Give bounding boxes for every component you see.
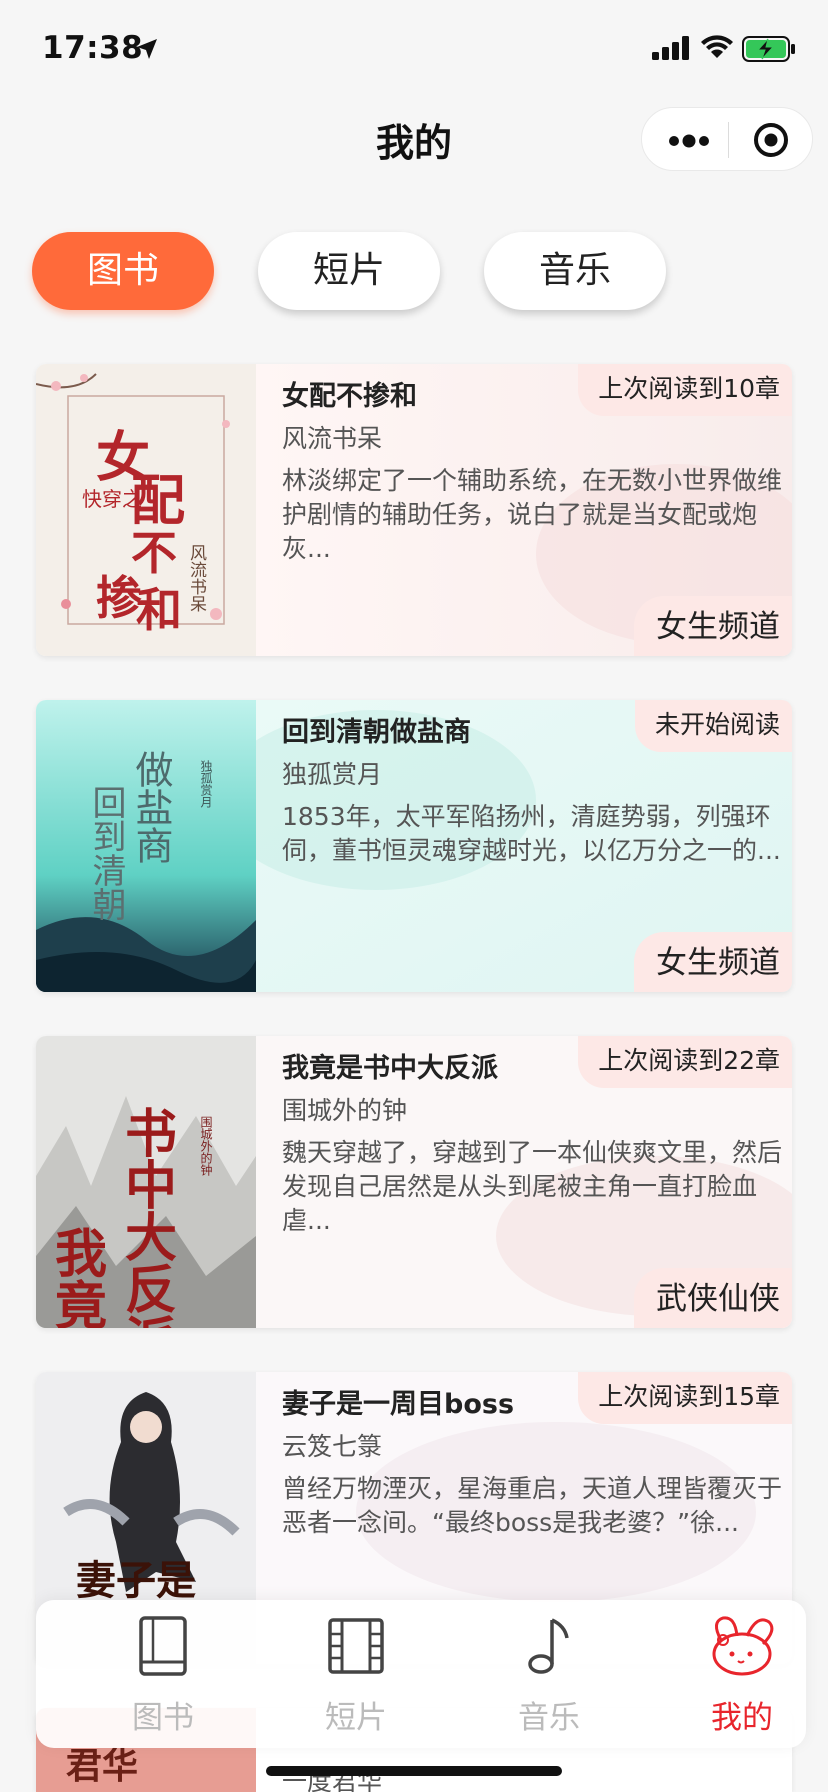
close-target-icon[interactable] — [752, 121, 790, 163]
reading-progress-badge: 未开始阅读 — [634, 700, 792, 752]
channel-badge: 女生频道 — [634, 932, 792, 992]
music-note-icon — [519, 1614, 579, 1678]
location-arrow-icon — [134, 36, 160, 66]
book-description: 1853年，太平军陷扬州，清庭势弱，列强环伺，董书恒灵魂穿越时光，以亿万分之一的… — [282, 802, 781, 865]
home-indicator[interactable] — [266, 1766, 562, 1776]
channel-badge: 女生频道 — [634, 596, 792, 656]
tab-label: 我的 — [711, 1700, 773, 1736]
rabbit-mascot-icon — [712, 1614, 774, 1678]
book-author: 围城外的钟 — [282, 1096, 408, 1125]
tab-label: 短片 — [325, 1700, 387, 1736]
tab-label: 音乐 — [518, 1700, 580, 1736]
category-tab-books[interactable]: 图书 — [32, 232, 214, 310]
svg-text:做盐商: 做盐商 — [129, 750, 173, 864]
cellular-signal-icon — [652, 36, 692, 64]
film-icon — [326, 1614, 386, 1678]
mini-program-capsule — [641, 107, 813, 171]
more-icon[interactable] — [668, 133, 710, 152]
tab-books[interactable]: 图书 — [83, 1600, 243, 1748]
book-title: 回到清朝做盐商 — [282, 717, 471, 748]
battery-charging-icon — [742, 36, 796, 66]
svg-text:风流书呆: 风流书呆 — [186, 544, 207, 612]
tab-label: 图书 — [132, 1700, 194, 1736]
book-title: 女配不掺和 — [282, 381, 417, 412]
tab-short-films[interactable]: 短片 — [276, 1600, 436, 1748]
svg-text:独孤赏月: 独孤赏月 — [199, 760, 213, 809]
svg-text:围城外的钟: 围城外的钟 — [199, 1116, 213, 1177]
book-author: 独孤赏月 — [282, 760, 383, 789]
status-time: 17:38 — [42, 30, 144, 66]
book-card[interactable]: 女 快穿之 配 不 掺 和 风流书呆 女配不掺和 风流书呆 林淡绑定了一个辅助系… — [36, 364, 792, 656]
book-title: 妻子是一周目boss — [282, 1389, 515, 1420]
book-description: 林淡绑定了一个辅助系统，在无数小世界做维护剧情的辅助任务，说白了就是当女配或炮灰… — [282, 466, 782, 563]
svg-text:君华: 君华 — [66, 1745, 138, 1787]
tab-mine[interactable]: 我的 — [662, 1600, 822, 1748]
wifi-icon — [700, 34, 734, 64]
book-author: 风流书呆 — [282, 424, 383, 453]
category-tab-music[interactable]: 音乐 — [484, 232, 666, 310]
book-cover: 女 快穿之 配 不 掺 和 风流书呆 — [36, 364, 256, 656]
svg-text:妻子是: 妻子是 — [76, 1557, 196, 1604]
reading-progress-badge: 上次阅读到22章 — [578, 1036, 792, 1088]
book-author: 云笈七箓 — [282, 1432, 383, 1461]
capsule-divider — [728, 122, 729, 158]
book-cover: 我竟是 书中大反派 围城外的钟 — [36, 1036, 256, 1328]
book-card[interactable]: 回到清朝 做盐商 独孤赏月 回到清朝做盐商 独孤赏月 1853年，太平军陷扬州，… — [36, 700, 792, 992]
category-tab-short-films[interactable]: 短片 — [258, 232, 440, 310]
svg-text:配: 配 — [131, 468, 185, 532]
svg-text:我竟是: 我竟是 — [46, 1226, 107, 1328]
book-description: 曾经万物湮灭，星海重启，天道人理皆覆灭于恶者一念间。“最终boss是我老婆？”徐… — [282, 1474, 782, 1537]
book-card[interactable]: 我竟是 书中大反派 围城外的钟 我竟是书中大反派 围城外的钟 魏天穿越了，穿越到… — [36, 1036, 792, 1328]
tab-music[interactable]: 音乐 — [469, 1600, 629, 1748]
book-title: 我竟是书中大反派 — [282, 1053, 498, 1084]
bottom-tab-bar: 图书 短片 音乐 我的 — [36, 1600, 806, 1748]
svg-text:和: 和 — [136, 583, 182, 637]
svg-text:回到清朝: 回到清朝 — [86, 785, 126, 921]
svg-text:书中大反派: 书中大反派 — [116, 1106, 177, 1328]
reading-progress-badge: 上次阅读到10章 — [578, 364, 792, 416]
status-bar: 17:38 — [0, 0, 828, 100]
reading-progress-badge: 上次阅读到15章 — [578, 1372, 792, 1424]
book-description: 魏天穿越了，穿越到了一本仙侠爽文里，然后发现自己居然是从头到尾被主角一直打脸血虐… — [282, 1138, 782, 1235]
book-icon — [133, 1614, 193, 1678]
book-cover: 回到清朝 做盐商 独孤赏月 — [36, 700, 256, 992]
channel-badge: 武侠仙侠 — [634, 1268, 792, 1328]
